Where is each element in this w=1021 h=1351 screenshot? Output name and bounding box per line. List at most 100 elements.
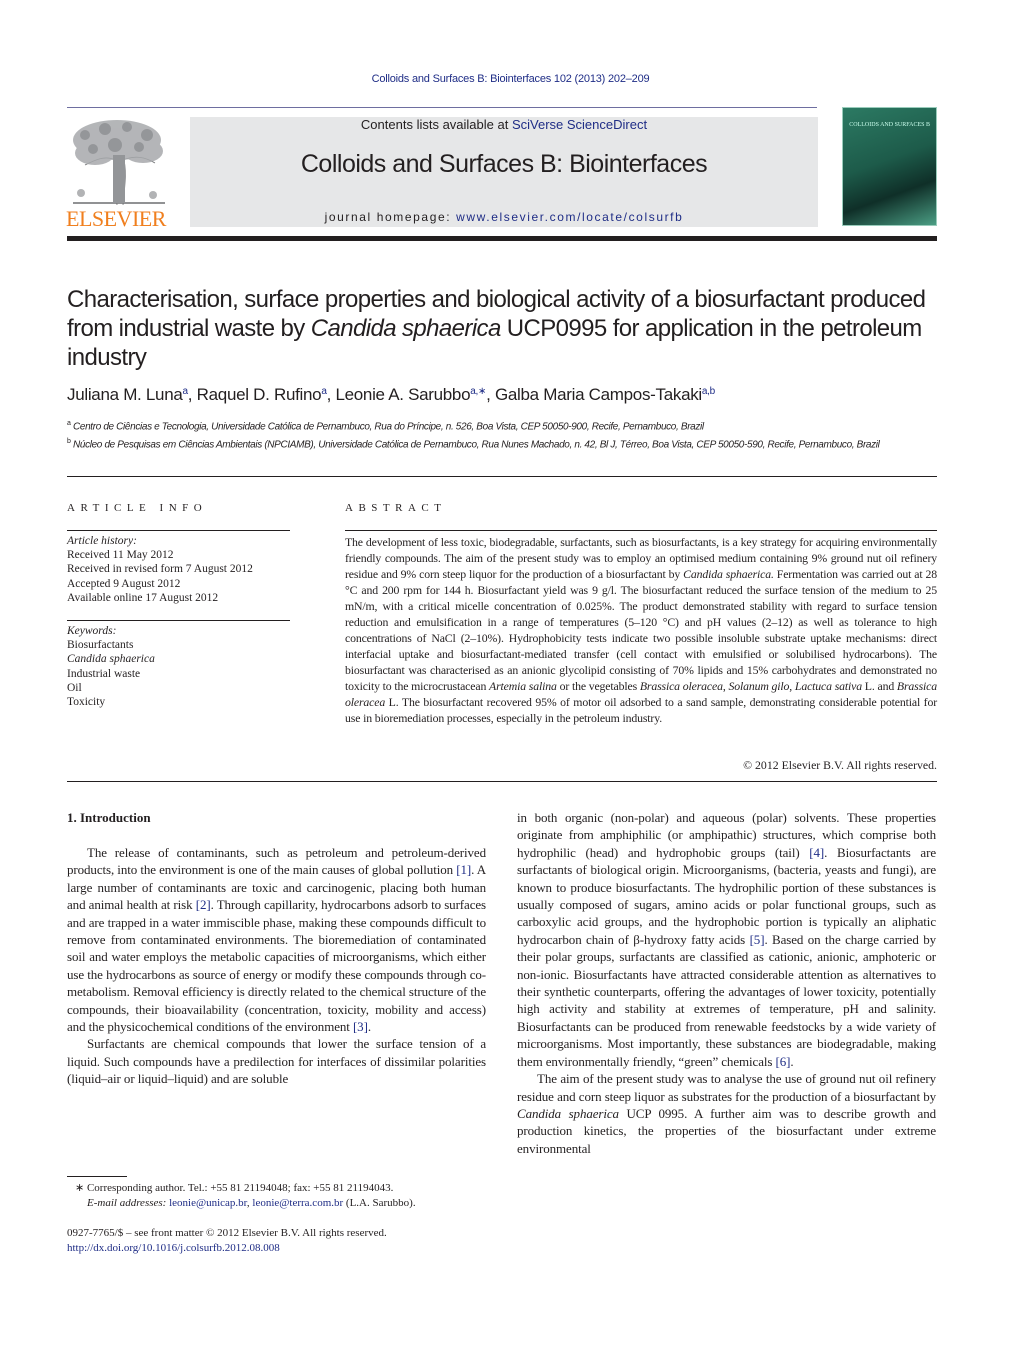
abstract-heading: ABSTRACT [345, 502, 447, 514]
section-heading-introduction: 1. Introduction [67, 810, 151, 825]
paragraph: The aim of the present study was to anal… [517, 1070, 936, 1157]
author[interactable]: Juliana M. Lunaa [67, 385, 188, 404]
text: . [790, 1053, 794, 1069]
affiliation-label: b [67, 437, 71, 445]
author-affil-mark[interactable]: a,b [702, 386, 715, 397]
doi-link[interactable]: http://dx.doi.org/10.1016/j.colsurfb.201… [67, 1242, 280, 1254]
citation-link[interactable]: [5] [750, 932, 765, 947]
paragraph: Surfactants are chemical compounds that … [67, 1035, 486, 1087]
author[interactable]: Galba Maria Campos-Takakia,b [495, 385, 715, 404]
author-list: Juliana M. Lunaa, Raquel D. Rufinoa, Leo… [67, 385, 715, 404]
citation-link[interactable]: [3] [353, 1019, 368, 1034]
asterisk-mark: ∗ [75, 1182, 85, 1194]
top-rule [67, 107, 817, 108]
journal-title: Colloids and Surfaces B: Biointerfaces [300, 150, 708, 178]
keyword: Candida sphaerica [67, 653, 155, 666]
author-affil-mark[interactable]: a [321, 386, 327, 397]
homepage-prefix: journal homepage: [324, 210, 457, 224]
email-link[interactable]: leonie@terra.com.br [252, 1197, 343, 1209]
abstract-italic: Lactuca sativa [794, 679, 862, 693]
abstract-span: L. and [861, 679, 897, 693]
contents-line: Contents lists available at SciVerse Sci… [190, 117, 818, 132]
keywords-label: Keywords: [67, 625, 117, 637]
author-name: Raquel D. Rufino [196, 385, 322, 404]
author-name: Galba Maria Campos-Takaki [494, 385, 702, 404]
abstract-italic: Candida sphaerica. [683, 567, 774, 581]
abstract-copyright: © 2012 Elsevier B.V. All rights reserved… [743, 758, 937, 772]
contents-prefix: Contents lists available at [360, 117, 512, 132]
keyword: Industrial waste [67, 667, 141, 680]
citation-link[interactable]: [1] [456, 862, 471, 877]
text: The release of contaminants, such as pet… [67, 845, 486, 878]
divider [345, 530, 937, 531]
footnote-text: Corresponding author. Tel.: +55 81 21194… [84, 1182, 394, 1194]
body-column-right: in both organic (non-polar) and aqueous … [517, 809, 936, 1157]
history-item: Received in revised form 7 August 2012 [67, 563, 253, 576]
author-affil-mark[interactable]: a [183, 386, 189, 397]
abstract-span: L. The biosurfactant recovered 95% of mo… [345, 695, 937, 725]
history-label: Article history: [67, 535, 137, 547]
text: The aim of the present study was to anal… [517, 1071, 936, 1104]
abstract-italic: Solanum gilo [728, 679, 790, 693]
affiliation: b Núcleo de Pesquisas em Ciências Ambien… [67, 435, 937, 453]
history-item: Available online 17 August 2012 [67, 591, 219, 604]
footnote-rule [67, 1176, 127, 1177]
front-matter: 0927-7765/$ – see front matter © 2012 El… [67, 1226, 507, 1256]
affiliation-text: Núcleo de Pesquisas em Ciências Ambienta… [72, 439, 880, 451]
text-italic: Candida sphaerica [517, 1105, 619, 1121]
text: . [367, 1019, 371, 1035]
history-item: Received 11 May 2012 [67, 549, 174, 562]
author-affil-mark[interactable]: a,∗ [470, 386, 486, 397]
email-link[interactable]: leonie@unicap.br [169, 1197, 247, 1209]
journal-homepage-link[interactable]: www.elsevier.com/locate/colsurfb [456, 210, 683, 224]
elsevier-wordmark: ELSEVIER [66, 206, 166, 231]
author[interactable]: Leonie A. Sarubboa,∗ [335, 385, 486, 404]
homepage-line: journal homepage: www.elsevier.com/locat… [190, 210, 818, 224]
article-title: Characterisation, surface properties and… [67, 285, 947, 372]
affiliation-label: a [67, 420, 71, 427]
body-column-left: The release of contaminants, such as pet… [67, 844, 486, 1088]
header-divider [67, 236, 937, 241]
email-suffix: (L.A. Sarubbo). [343, 1197, 416, 1209]
affiliations: a Centro de Ciências e Tecnologia, Unive… [67, 417, 937, 453]
divider [67, 620, 290, 621]
abstract-span: Fermentation was carried out at 28 °C an… [345, 567, 937, 693]
author[interactable]: Raquel D. Rufinoa [197, 385, 327, 404]
sciencedirect-link[interactable]: SciVerse ScienceDirect [512, 117, 647, 132]
tree-icon [73, 120, 165, 206]
affiliation: a Centro de Ciências e Tecnologia, Unive… [67, 417, 937, 435]
history-item: Accepted 9 August 2012 [67, 577, 181, 590]
corresponding-author-footnote: ∗ Corresponding author. Tel.: +55 81 211… [75, 1181, 495, 1211]
author-name: Juliana M. Luna [67, 385, 183, 404]
front-matter-text: 0927-7765/$ – see front matter © 2012 El… [67, 1227, 387, 1239]
keyword: Biosurfactants [67, 639, 134, 652]
affiliation-text: Centro de Ciências e Tecnologia, Univers… [72, 421, 704, 433]
citation-link[interactable]: [6] [775, 1054, 790, 1069]
divider [67, 530, 290, 531]
divider [67, 476, 937, 477]
author-name: Leonie A. Sarubbo [335, 385, 471, 404]
footnote-line: ∗ Corresponding author. Tel.: +55 81 211… [75, 1181, 495, 1196]
title-species: Candida sphaerica [310, 315, 502, 342]
abstract-italic: Artemia salina [489, 679, 557, 693]
article-info-heading: ARTICLE INFO [67, 502, 208, 514]
abstract-italic: Brassica oleracea [639, 679, 723, 693]
abstract-text: The development of less toxic, biodegrad… [345, 534, 937, 726]
email-label: E-mail addresses: [87, 1197, 170, 1209]
text: . Based on the charge carried by their p… [517, 931, 937, 1069]
cover-title: COLLOIDS AND SURFACES B [849, 122, 930, 128]
citation-link[interactable]: [4] [809, 845, 824, 860]
text: . Through capillarity, hydrocarbons adso… [67, 897, 486, 1035]
text: Surfactants are chemical compounds that … [67, 1036, 486, 1087]
journal-cover-thumbnail[interactable]: COLLOIDS AND SURFACES B [842, 107, 937, 226]
keywords: Keywords: Biosurfactants Candida sphaeri… [67, 624, 290, 709]
paragraph-continued: in both organic (non-polar) and aqueous … [517, 809, 936, 1070]
footnote-emails: E-mail addresses: leonie@unicap.br, leon… [75, 1196, 495, 1211]
keyword: Oil [67, 681, 82, 694]
divider [67, 781, 937, 782]
abstract-span: or the vegetables [556, 679, 640, 693]
citation-link[interactable]: [2] [196, 897, 211, 912]
paragraph: The release of contaminants, such as pet… [67, 844, 486, 1035]
running-head[interactable]: Colloids and Surfaces B: Biointerfaces 1… [0, 73, 1021, 85]
keyword: Toxicity [67, 696, 106, 709]
